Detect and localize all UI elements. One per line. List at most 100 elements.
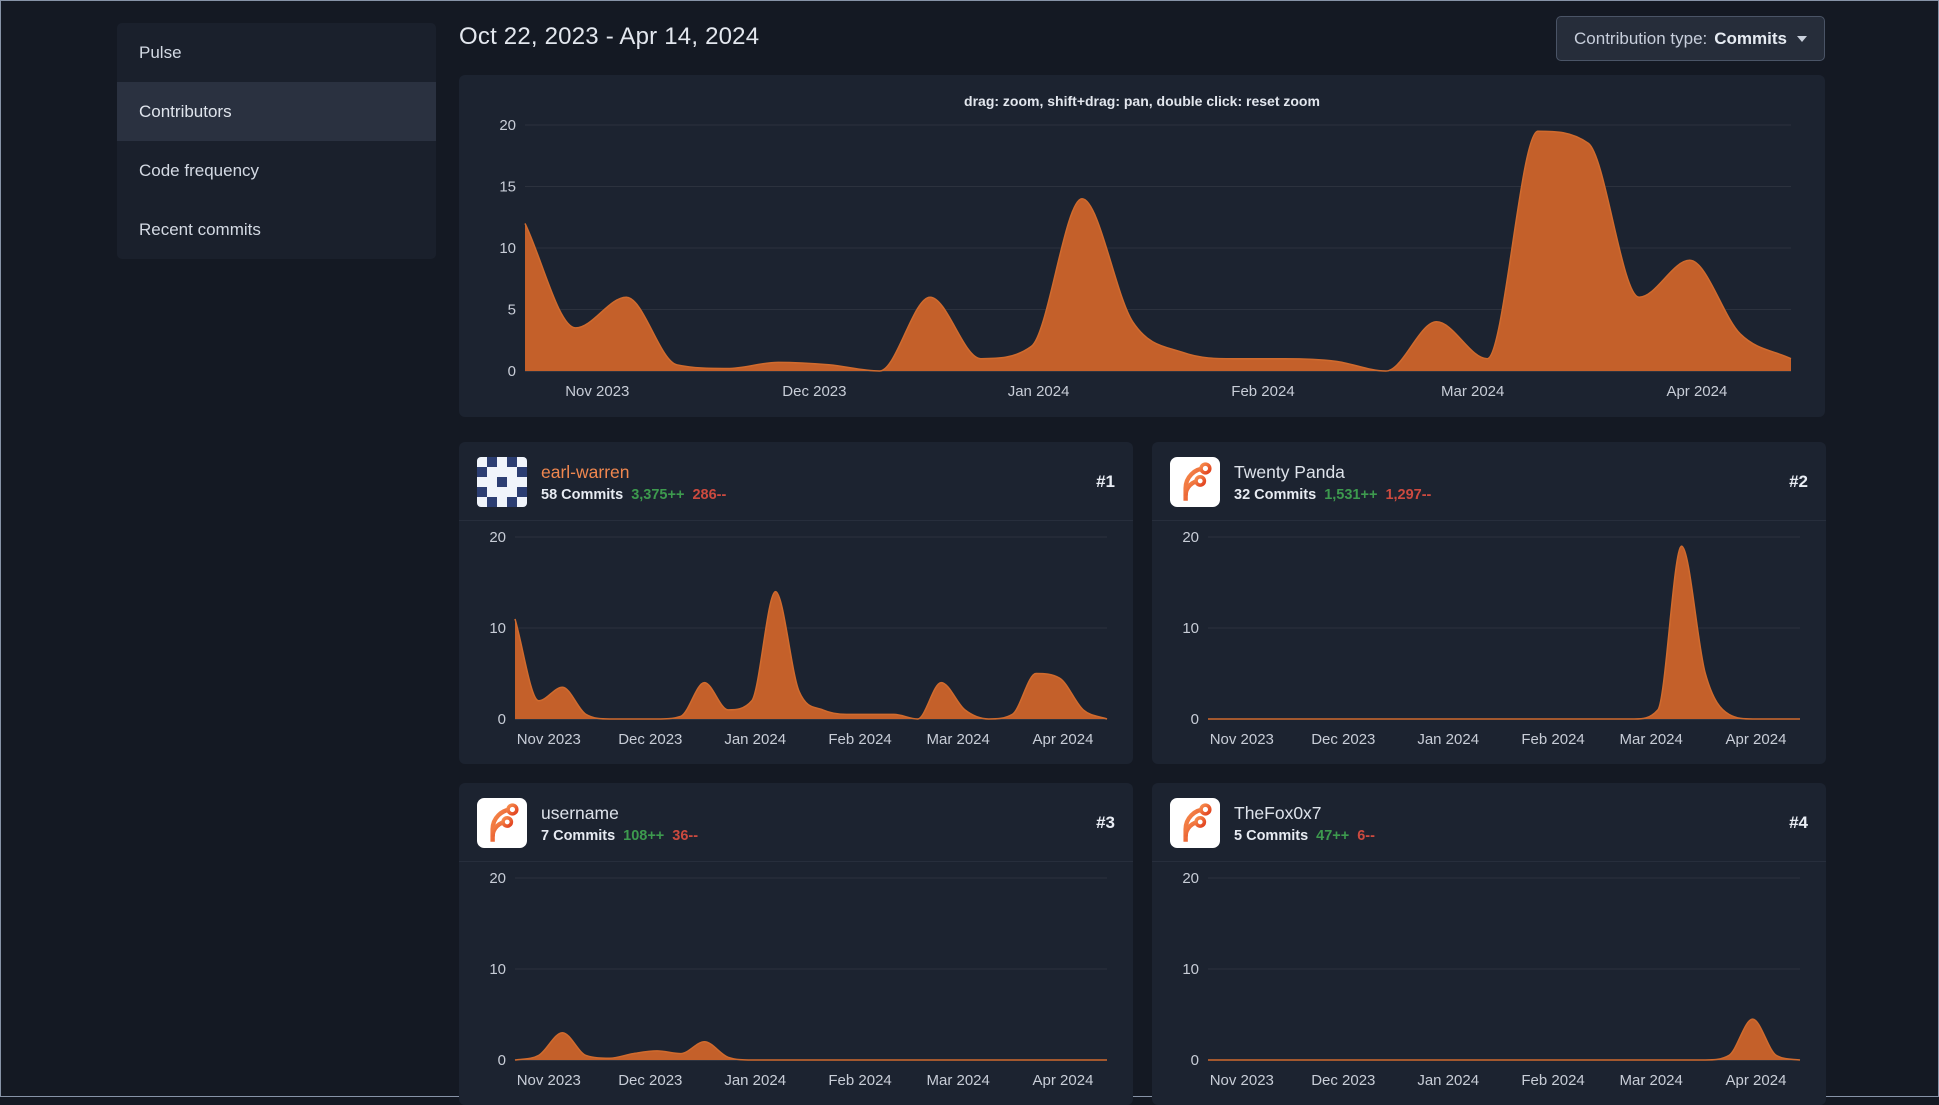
date-range-title: Oct 22, 2023 - Apr 14, 2024 (459, 23, 760, 50)
avatar (1170, 798, 1220, 848)
x-tick-label: Feb 2024 (1521, 1072, 1584, 1089)
username-chart-svg[interactable]: 0 10 20 Nov 2023 Dec 2023 Jan 2024 Feb 2024 Mar… (475, 870, 1117, 1096)
x-tick-label: Jan 2024 (724, 731, 786, 748)
page-header: Oct 22, 2023 - Apr 14, 2024 Contribution… (459, 1, 1825, 61)
overall-chart-svg[interactable]: 0 5 10 15 20 Nov 2023 Dec 2023 Jan 2024 Feb 2024… (479, 117, 1805, 409)
x-tick-label: Mar 2024 (1620, 731, 1683, 748)
overall-contributions-panel: drag: zoom, shift+drag: pan, double clic… (459, 75, 1825, 417)
contributor-name[interactable]: earl-warren (541, 462, 1082, 483)
contributor-rank: #3 (1096, 813, 1115, 832)
contributor-name: Twenty Panda (1234, 461, 1345, 482)
x-tick-label: Dec 2023 (618, 731, 682, 748)
contributor-chart[interactable]: 0 10 20 Nov 2023 Dec 2023 Jan 2024 Feb 2024 Mar… (1168, 529, 1810, 755)
area-fill (515, 1032, 1107, 1060)
contributor-name: TheFox0x7 (1234, 802, 1322, 823)
area-fill (1208, 546, 1800, 719)
area-stroke (514, 590, 1108, 720)
x-tick-label: Dec 2023 (782, 383, 846, 400)
contributor-chart[interactable]: 0 10 20 Nov 2023 Dec 2023 Jan 2024 Feb 2024 Mar… (1168, 870, 1810, 1096)
y-tick-label: 20 (499, 117, 516, 134)
identicon-avatar-icon (477, 457, 527, 507)
contributor-card-1: earl-warren 58 Commits 3,375++ 286-- #1 … (459, 442, 1133, 764)
y-tick-label: 0 (498, 711, 506, 728)
y-tick-label: 10 (489, 961, 506, 978)
contributor-cards-grid: earl-warren 58 Commits 3,375++ 286-- #1 … (459, 442, 1826, 1105)
x-tick-label: Nov 2023 (1210, 731, 1274, 748)
x-tick-label: Feb 2024 (828, 1072, 891, 1089)
y-tick-label: 20 (1182, 529, 1199, 546)
y-tick-label: 0 (1191, 711, 1199, 728)
y-tick-label: 0 (508, 363, 516, 380)
y-tick-label: 10 (1182, 620, 1199, 637)
x-tick-label: Mar 2024 (927, 1072, 990, 1089)
contributor-card-3: username 7 Commits 108++ 36-- #3 0 10 20 No… (459, 783, 1133, 1105)
y-tick-label: 0 (1191, 1052, 1199, 1069)
contribution-type-label: Contribution type: (1574, 28, 1708, 48)
x-tick-label: Nov 2023 (1210, 1072, 1274, 1089)
x-tick-label: Apr 2024 (1666, 383, 1727, 400)
contributor-card-header: TheFox0x7 5 Commits 47++ 6-- #4 (1152, 783, 1826, 862)
deletions-count: 36-- (672, 827, 699, 844)
x-tick-label: Apr 2024 (1726, 1072, 1787, 1089)
forgejo-logo-icon (477, 798, 527, 848)
contributor-rank: #1 (1096, 472, 1115, 491)
y-tick-label: 10 (489, 620, 506, 637)
thefox0x7-chart-svg[interactable]: 0 10 20 Nov 2023 Dec 2023 Jan 2024 Feb 2024 Mar… (1168, 870, 1810, 1096)
contributor-card-2: Twenty Panda 32 Commits 1,531++ 1,297-- … (1152, 442, 1826, 764)
contributor-stats: 58 Commits 3,375++ 286-- (541, 487, 1082, 503)
contributor-chart[interactable]: 0 10 20 Nov 2023 Dec 2023 Jan 2024 Feb 2024 Mar… (475, 529, 1117, 755)
commit-count: 32 Commits (1234, 486, 1317, 503)
area-stroke (1207, 1018, 1801, 1061)
contributor-stats: 5 Commits 47++ 6-- (1234, 828, 1775, 844)
earl-warren-chart-svg[interactable]: 0 10 20 Nov 2023 Dec 2023 Jan 2024 Feb 2024 Mar… (475, 529, 1117, 755)
contributor-rank: #2 (1789, 472, 1808, 491)
contribution-type-dropdown[interactable]: Contribution type: Commits (1556, 16, 1825, 61)
y-tick-label: 0 (498, 1052, 506, 1069)
x-tick-label: Dec 2023 (1311, 731, 1375, 748)
commit-count: 58 Commits (541, 486, 624, 503)
y-tick-label: 20 (489, 870, 506, 887)
sidebar-item-recent-commits[interactable]: Recent commits (117, 200, 436, 259)
commit-count: 5 Commits (1234, 827, 1309, 844)
additions-count: 47++ (1316, 827, 1350, 844)
x-tick-label: Jan 2024 (1008, 383, 1070, 400)
area-stroke (514, 1031, 1107, 1061)
x-tick-label: Nov 2023 (565, 383, 629, 400)
contributors-page: Oct 22, 2023 - Apr 14, 2024 Contribution… (459, 1, 1826, 1105)
area-fill (1208, 1019, 1800, 1060)
chart-zoom-hint: drag: zoom, shift+drag: pan, double clic… (964, 93, 1320, 109)
x-tick-label: Jan 2024 (1417, 1072, 1479, 1089)
y-tick-label: 20 (489, 529, 506, 546)
sidebar-item-pulse[interactable]: Pulse (117, 23, 436, 82)
x-tick-label: Dec 2023 (618, 1072, 682, 1089)
contributor-stats: 32 Commits 1,531++ 1,297-- (1234, 487, 1775, 503)
x-tick-label: Jan 2024 (724, 1072, 786, 1089)
area-fill (515, 591, 1107, 719)
avatar (1170, 457, 1220, 507)
forgejo-logo-icon (1170, 457, 1220, 507)
x-tick-label: Apr 2024 (1726, 731, 1787, 748)
deletions-count: 6-- (1357, 827, 1375, 844)
y-tick-label: 20 (1182, 870, 1199, 887)
x-tick-label: Dec 2023 (1311, 1072, 1375, 1089)
contributor-card-4: TheFox0x7 5 Commits 47++ 6-- #4 0 10 20 Nov… (1152, 783, 1826, 1105)
y-tick-label: 10 (499, 240, 516, 257)
activity-sidebar-menu: Pulse Contributors Code frequency Recent… (117, 23, 436, 259)
sidebar-item-code-frequency[interactable]: Code frequency (117, 141, 436, 200)
x-tick-label: Feb 2024 (828, 731, 891, 748)
sidebar-item-contributors[interactable]: Contributors (117, 82, 436, 141)
forgejo-logo-icon (1170, 798, 1220, 848)
x-tick-label: Nov 2023 (517, 731, 581, 748)
y-tick-label: 15 (499, 179, 516, 196)
overall-contributions-chart[interactable]: 0 5 10 15 20 Nov 2023 Dec 2023 Jan 2024 Feb 2024… (479, 117, 1805, 409)
contributor-name: username (541, 802, 619, 823)
x-tick-label: Apr 2024 (1033, 1072, 1094, 1089)
x-tick-label: Nov 2023 (517, 1072, 581, 1089)
contributor-card-header: username 7 Commits 108++ 36-- #3 (459, 783, 1133, 862)
contributor-rank: #4 (1789, 813, 1808, 832)
additions-count: 1,531++ (1324, 486, 1378, 503)
x-tick-label: Mar 2024 (1441, 383, 1504, 400)
x-tick-label: Jan 2024 (1417, 731, 1479, 748)
contributor-chart[interactable]: 0 10 20 Nov 2023 Dec 2023 Jan 2024 Feb 2024 Mar… (475, 870, 1117, 1096)
twenty-panda-chart-svg[interactable]: 0 10 20 Nov 2023 Dec 2023 Jan 2024 Feb 2024 Mar… (1168, 529, 1810, 755)
